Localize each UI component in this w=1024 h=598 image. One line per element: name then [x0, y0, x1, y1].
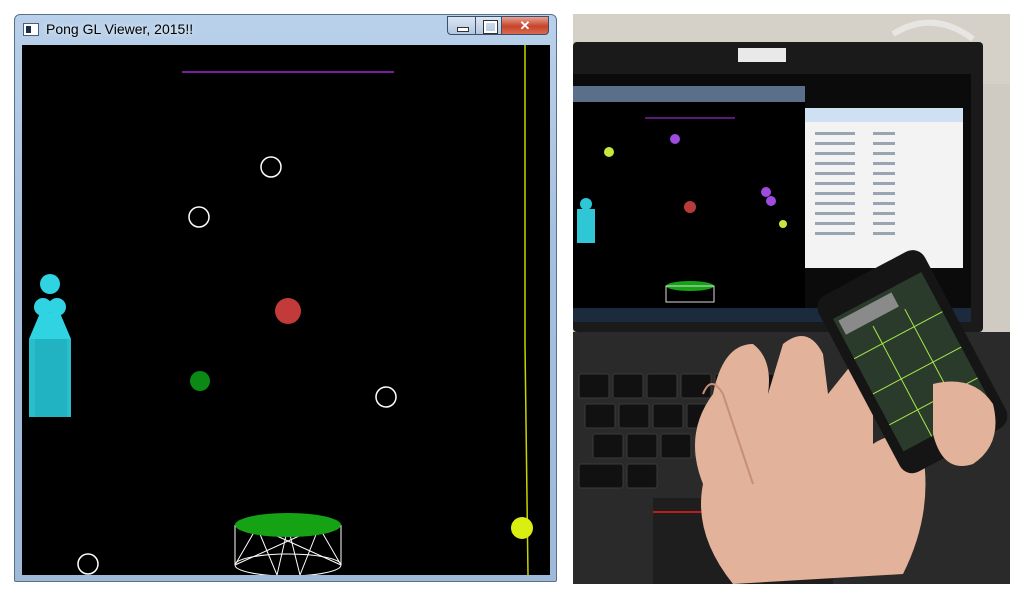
hollow-ball	[77, 553, 99, 575]
pong-viewer-window: Pong GL Viewer, 2015!! ✕	[14, 14, 557, 582]
hollow-ball	[260, 156, 282, 178]
yellow-ball	[511, 517, 533, 539]
hollow-ball	[188, 206, 210, 228]
app-window-icon	[23, 23, 39, 36]
hollow-ball	[375, 386, 397, 408]
maximize-button[interactable]	[475, 16, 502, 35]
minimize-icon	[457, 27, 469, 32]
minimize-button[interactable]	[447, 16, 476, 35]
game-canvas[interactable]	[22, 45, 550, 575]
game-scene	[29, 45, 533, 575]
window-title: Pong GL Viewer, 2015!!	[46, 21, 194, 37]
close-button[interactable]: ✕	[501, 16, 549, 35]
drum-paddle	[234, 513, 342, 575]
close-icon: ✕	[519, 18, 531, 33]
player-figure	[29, 274, 71, 417]
green-ball	[190, 371, 210, 391]
maximize-icon	[483, 20, 498, 34]
photo-illustration	[573, 14, 1010, 584]
demo-photo	[573, 14, 1010, 584]
title-bar[interactable]: Pong GL Viewer, 2015!! ✕	[15, 15, 556, 45]
red-ball	[275, 298, 301, 324]
right-wall-line	[524, 45, 529, 575]
